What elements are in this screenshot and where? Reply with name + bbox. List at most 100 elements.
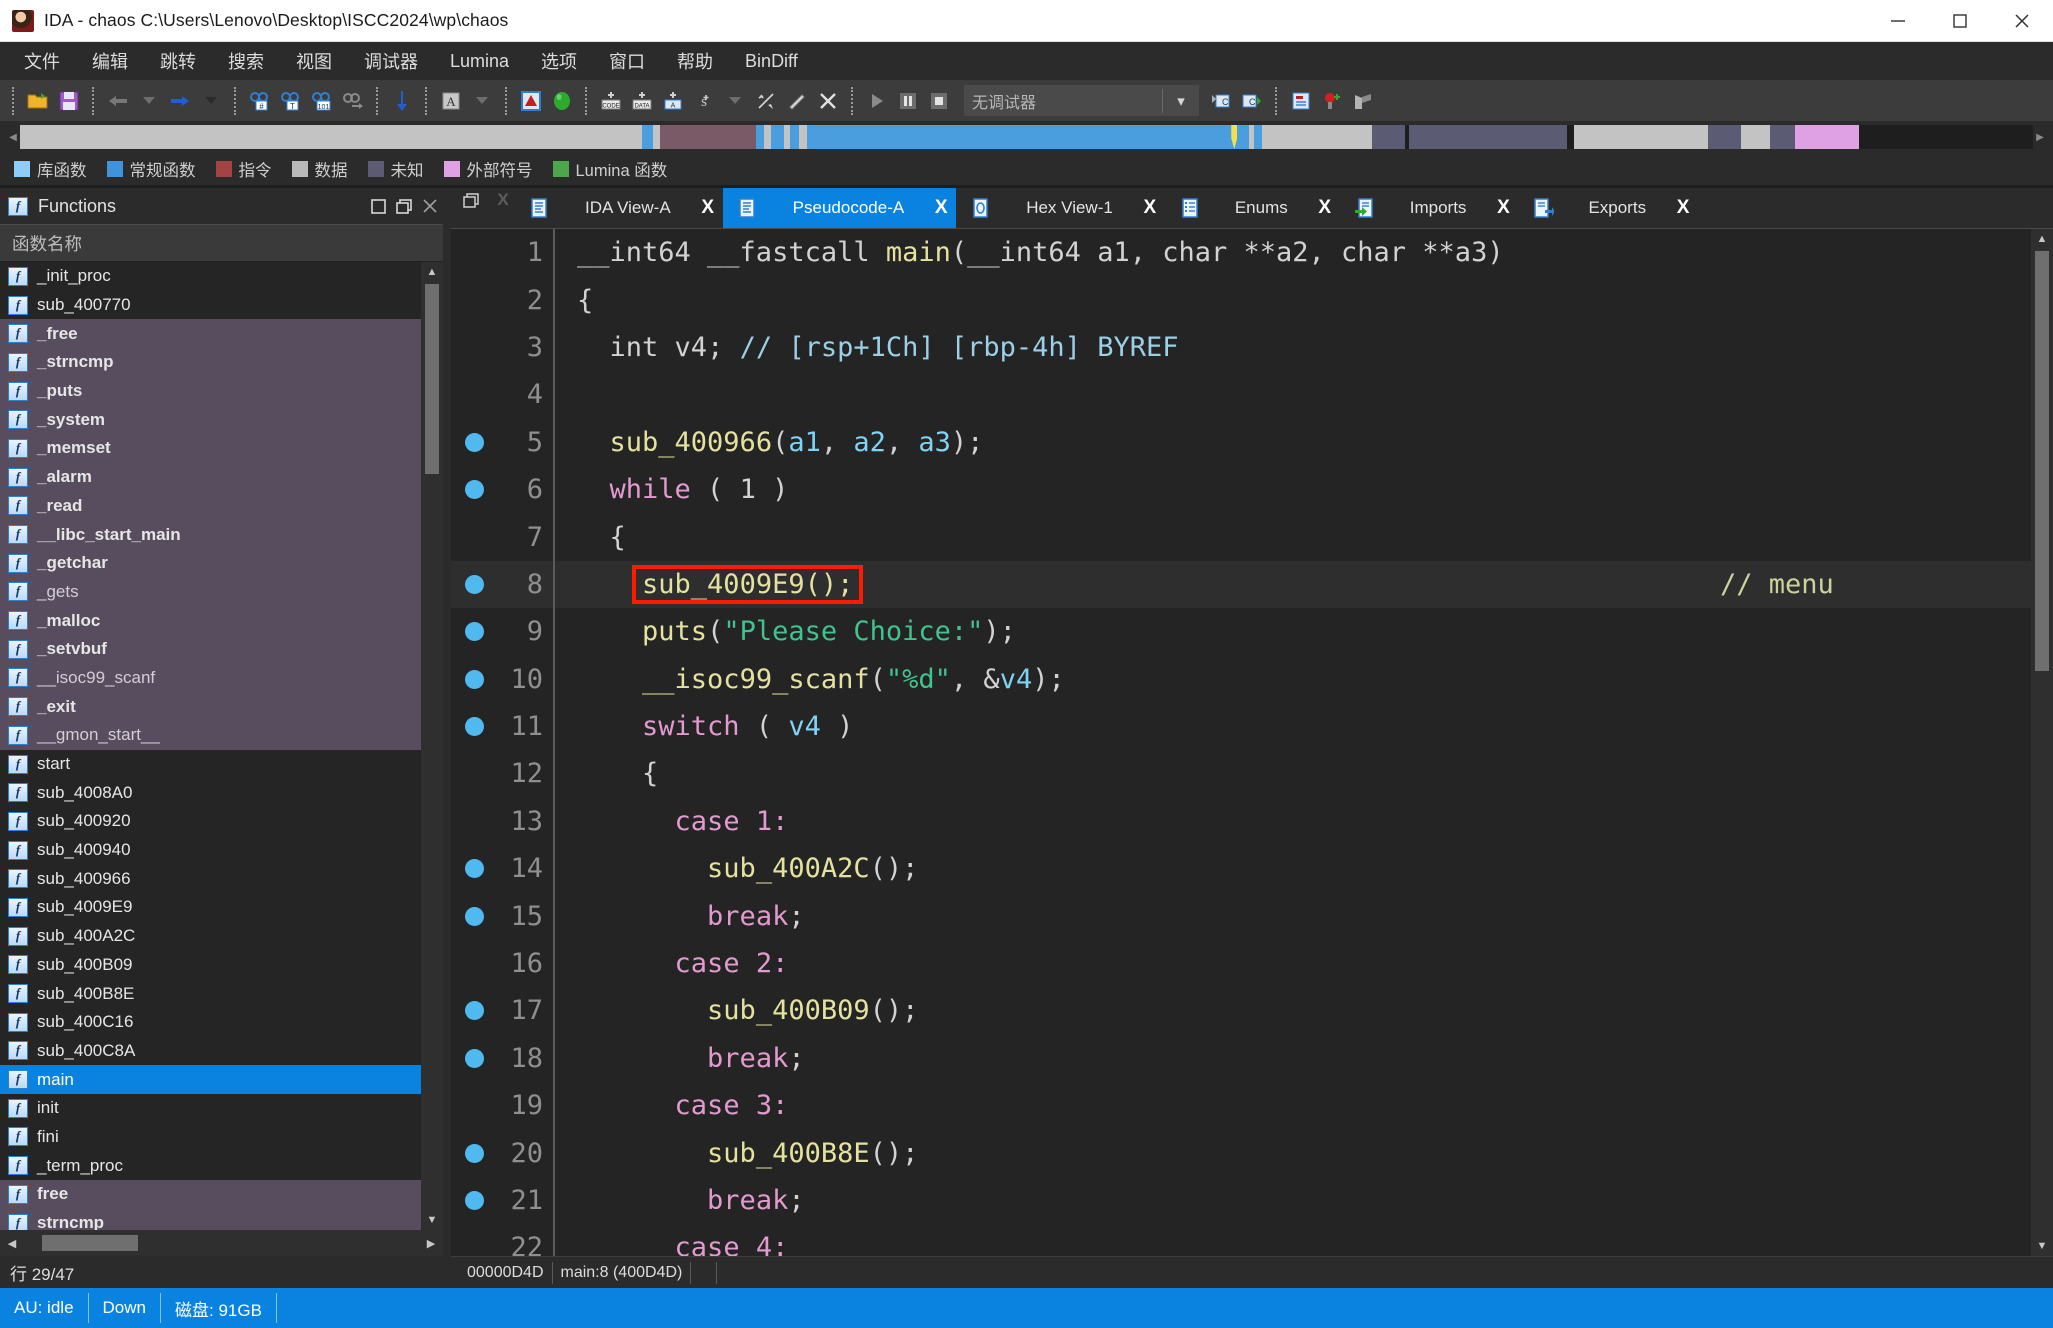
pseudocode-code[interactable]: int v4; // [rsp+1Ch] [rbp-4h] BYREF xyxy=(553,324,2031,371)
make-array-icon[interactable]: A xyxy=(659,87,686,114)
make-code-icon[interactable]: CODE xyxy=(597,87,624,114)
run-icon[interactable] xyxy=(863,87,890,114)
pseudocode-code[interactable] xyxy=(553,371,2031,418)
pseudocode-code[interactable]: case 1: xyxy=(553,798,2031,845)
tab-close-icon[interactable]: X xyxy=(693,197,723,219)
pseudocode-line[interactable]: 20 sub_400B8E(); xyxy=(451,1129,2031,1176)
menu-item-help[interactable]: 帮助 xyxy=(661,44,729,78)
menu-item-search[interactable]: 搜索 xyxy=(212,44,280,78)
tab-enums[interactable]: EnumsX xyxy=(1165,188,1340,228)
menu-item-lumina[interactable]: Lumina xyxy=(434,47,525,76)
undefine-icon[interactable] xyxy=(752,87,779,114)
scroll-down-icon[interactable]: ▼ xyxy=(2031,1236,2053,1256)
pseudocode-line[interactable]: 10 __isoc99_scanf("%d", &v4); xyxy=(451,656,2031,703)
function-list-item[interactable]: fsub_400940 xyxy=(0,836,421,865)
function-list-item[interactable]: f_term_proc xyxy=(0,1151,421,1180)
menu-item-edit[interactable]: 编辑 xyxy=(76,44,144,78)
tab-exports[interactable]: ExportsX xyxy=(1518,188,1698,228)
tab-list-icon[interactable] xyxy=(459,188,483,212)
functions-horizontal-scrollbar[interactable]: ◀ ▶ xyxy=(0,1230,443,1256)
pseudocode-code[interactable]: sub_4009E9();// menu xyxy=(553,561,2031,608)
tab-close-icon[interactable]: X xyxy=(1135,197,1165,219)
function-list-item[interactable]: fsub_4008A0 xyxy=(0,778,421,807)
jump-to-address-icon[interactable]: # xyxy=(246,87,273,114)
pseudocode-line[interactable]: 4 xyxy=(451,371,2031,418)
scroll-right-icon[interactable]: ▶ xyxy=(419,1237,443,1250)
function-list-item[interactable]: f_strncmp xyxy=(0,348,421,377)
breakpoint-marker-icon[interactable] xyxy=(451,622,497,641)
breakpoint-marker-icon[interactable] xyxy=(451,575,497,594)
pseudocode-line[interactable]: 13 case 1: xyxy=(451,798,2031,845)
scrollbar-track[interactable] xyxy=(421,474,443,1210)
warning-icon[interactable] xyxy=(517,87,544,114)
breakpoint-marker-icon[interactable] xyxy=(451,1144,497,1163)
run-lumina-icon[interactable] xyxy=(548,87,575,114)
pseudocode-line[interactable]: 7 { xyxy=(451,513,2031,560)
pseudocode-code[interactable]: break; xyxy=(553,892,2031,939)
pseudocode-line[interactable]: 16 case 2: xyxy=(451,940,2031,987)
notepad-icon[interactable] xyxy=(1287,87,1314,114)
function-list-item[interactable]: ffini xyxy=(0,1123,421,1152)
pseudocode-code[interactable]: case 4: xyxy=(553,1224,2031,1256)
add-breakpoint-icon[interactable] xyxy=(1318,87,1345,114)
tab-close-icon[interactable]: X xyxy=(1488,197,1518,219)
breakpoint-marker-icon[interactable] xyxy=(451,717,497,736)
pseudocode-line[interactable]: 18 break; xyxy=(451,1035,2031,1082)
navigation-band[interactable] xyxy=(20,125,2033,149)
pseudocode-line[interactable]: 15 break; xyxy=(451,892,2031,939)
stop-icon[interactable] xyxy=(925,87,952,114)
tab-close-all-icon[interactable]: X xyxy=(491,188,515,212)
breakpoint-marker-icon[interactable] xyxy=(451,480,497,499)
undock-button[interactable] xyxy=(391,193,417,219)
function-list-item[interactable]: f__gmon_start__ xyxy=(0,721,421,750)
pseudocode-code[interactable]: sub_400966(a1, a2, a3); xyxy=(553,419,2031,466)
pseudocode-code[interactable]: { xyxy=(553,276,2031,323)
pseudocode-line[interactable]: 17 sub_400B09(); xyxy=(451,987,2031,1034)
close-panel-icon[interactable] xyxy=(417,193,443,219)
save-icon[interactable] xyxy=(55,87,82,114)
scroll-down-icon[interactable]: ▼ xyxy=(421,1210,443,1230)
function-list-item[interactable]: ffree xyxy=(0,1180,421,1209)
maximize-button[interactable] xyxy=(1929,0,1991,42)
function-list-item[interactable]: f_puts xyxy=(0,377,421,406)
pseudocode-vertical-scrollbar[interactable]: ▲ ▼ xyxy=(2031,229,2053,1256)
function-list-item[interactable]: f_setvbuf xyxy=(0,635,421,664)
pseudocode-code[interactable]: { xyxy=(553,513,2031,560)
menu-item-windows[interactable]: 窗口 xyxy=(593,44,661,78)
tab-pseudocode-a[interactable]: Pseudocode-AX xyxy=(723,188,957,228)
navband-scroll-right[interactable]: ▶ xyxy=(2033,125,2047,149)
pseudocode-code[interactable]: sub_400A2C(); xyxy=(553,845,2031,892)
open-file-icon[interactable] xyxy=(24,87,51,114)
make-struct-icon[interactable]: s xyxy=(690,87,717,114)
functions-list[interactable]: f_init_procfsub_400770f_freef_strncmpf_p… xyxy=(0,262,421,1230)
breakpoint-marker-icon[interactable] xyxy=(451,670,497,689)
pseudocode-line[interactable]: 12 { xyxy=(451,750,2031,797)
pseudocode-code[interactable]: break; xyxy=(553,1177,2031,1224)
function-list-item[interactable]: fmain xyxy=(0,1065,421,1094)
functions-column-header[interactable]: 函数名称 xyxy=(0,224,443,262)
breakpoint-marker-icon[interactable] xyxy=(451,433,497,452)
tab-hex-view-1[interactable]: Hex View-1X xyxy=(956,188,1165,228)
font-icon[interactable]: A xyxy=(437,87,464,114)
scroll-up-icon[interactable]: ▲ xyxy=(421,262,443,282)
pseudocode-line[interactable]: 21 break; xyxy=(451,1177,2031,1224)
struct-dropdown-icon[interactable] xyxy=(721,87,748,114)
function-list-item[interactable]: f_alarm xyxy=(0,463,421,492)
pseudocode-line[interactable]: 11 switch ( v4 ) xyxy=(451,703,2031,750)
pseudocode-code[interactable]: sub_400B8E(); xyxy=(553,1129,2031,1176)
function-list-item[interactable]: fsub_400C16 xyxy=(0,1008,421,1037)
menu-item-jump[interactable]: 跳转 xyxy=(144,44,212,78)
dock-button[interactable] xyxy=(365,193,391,219)
close-button[interactable] xyxy=(1991,0,2053,42)
scrollbar-thumb[interactable] xyxy=(2035,251,2049,671)
function-list-item[interactable]: f_exit xyxy=(0,692,421,721)
menu-item-file[interactable]: 文件 xyxy=(8,44,76,78)
debugger-options-icon[interactable]: C xyxy=(1238,87,1265,114)
tab-close-icon[interactable]: X xyxy=(1668,197,1698,219)
function-list-item[interactable]: f__isoc99_scanf xyxy=(0,664,421,693)
panel-splitter[interactable] xyxy=(443,188,451,1288)
pseudocode-line[interactable]: 9 puts("Please Choice:"); xyxy=(451,608,2031,655)
debugger-select[interactable]: 无调试器 ▾ xyxy=(964,85,1199,116)
pseudocode-line[interactable]: 2{ xyxy=(451,276,2031,323)
function-list-item[interactable]: fsub_400B8E xyxy=(0,979,421,1008)
